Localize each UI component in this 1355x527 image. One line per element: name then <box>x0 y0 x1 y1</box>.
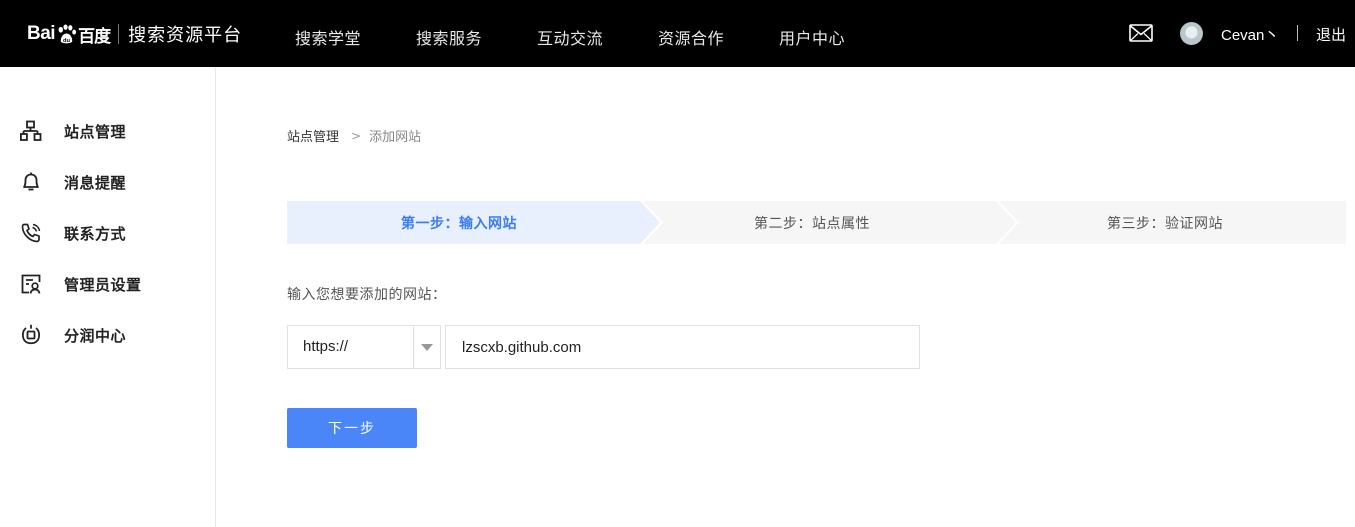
nav-item-resource-cooperation[interactable]: 资源合作 <box>658 25 724 49</box>
nav-item-search-services[interactable]: 搜索服务 <box>416 25 482 49</box>
admin-settings-icon <box>21 274 41 294</box>
sidebar-item-revenue-share[interactable]: 分润中心 <box>20 323 126 347</box>
avatar[interactable] <box>1180 22 1203 45</box>
header-divider <box>1297 25 1298 41</box>
username[interactable]: Cevan丶 <box>1221 24 1279 45</box>
site-input-prompt: 输入您想要添加的网站： <box>287 287 447 303</box>
nav-item-user-center[interactable]: 用户中心 <box>779 25 845 49</box>
baidu-paw-icon: du <box>58 23 77 44</box>
sidebar-item-admin-settings[interactable]: 管理员设置 <box>20 272 142 296</box>
nav-item-interaction[interactable]: 互动交流 <box>537 25 603 49</box>
sidebar-item-label: 联系方式 <box>64 224 127 243</box>
logo-divider <box>118 24 120 44</box>
step-3-label: 第三步：验证网站 <box>1107 216 1223 232</box>
breadcrumb-parent-link[interactable]: 站点管理 <box>287 126 339 145</box>
phone-icon <box>21 223 41 243</box>
sidebar-item-label: 分润中心 <box>64 326 127 345</box>
revenue-share-icon <box>21 324 41 345</box>
breadcrumb: 站点管理 > 添加网站 <box>287 126 422 146</box>
mail-icon[interactable] <box>1129 24 1153 42</box>
breadcrumb-separator: > <box>351 128 362 143</box>
protocol-select[interactable]: https:// <box>287 325 441 369</box>
step-1-label: 第一步：输入网站 <box>401 216 517 232</box>
sidebar-item-label: 消息提醒 <box>64 173 127 192</box>
sitemap-icon <box>20 120 42 141</box>
step-2-label: 第二步：站点属性 <box>754 216 870 232</box>
next-step-button[interactable]: 下一步 <box>287 408 417 448</box>
logo-text-bai: Bai <box>27 23 56 44</box>
step-progress: 第一步：输入网站 第二步：站点属性 第三步：验证网站 <box>287 201 1346 244</box>
bell-icon <box>23 172 39 191</box>
protocol-select-value: https:// <box>303 338 349 355</box>
sidebar-item-site-management[interactable]: 站点管理 <box>20 119 126 143</box>
sidebar-item-label: 站点管理 <box>64 122 127 141</box>
baidu-logo[interactable]: Bai du 百度 搜索资源平台 <box>27 14 242 54</box>
select-divider <box>413 326 414 368</box>
top-navigation-bar: Bai du 百度 搜索资源平台 搜索学堂 搜索服务 互动交流 资源合作 用户中… <box>0 0 1355 67</box>
logo-text-du: 百度 <box>78 26 111 47</box>
sidebar-item-label: 管理员设置 <box>64 275 142 294</box>
sidebar-item-contact[interactable]: 联系方式 <box>20 221 126 245</box>
nav-item-search-academy[interactable]: 搜索学堂 <box>295 25 361 49</box>
breadcrumb-current: 添加网站 <box>369 130 422 145</box>
sidebar: 站点管理 消息提醒 联系方式 管理员设置 分润中心 <box>0 67 216 527</box>
sidebar-item-notifications[interactable]: 消息提醒 <box>20 170 126 194</box>
chevron-down-icon[interactable] <box>421 344 433 351</box>
svg-text:du: du <box>63 38 70 44</box>
logout-link[interactable]: 退出 <box>1316 24 1346 45</box>
site-url-input[interactable] <box>445 325 920 369</box>
product-title: 搜索资源平台 <box>128 25 243 46</box>
